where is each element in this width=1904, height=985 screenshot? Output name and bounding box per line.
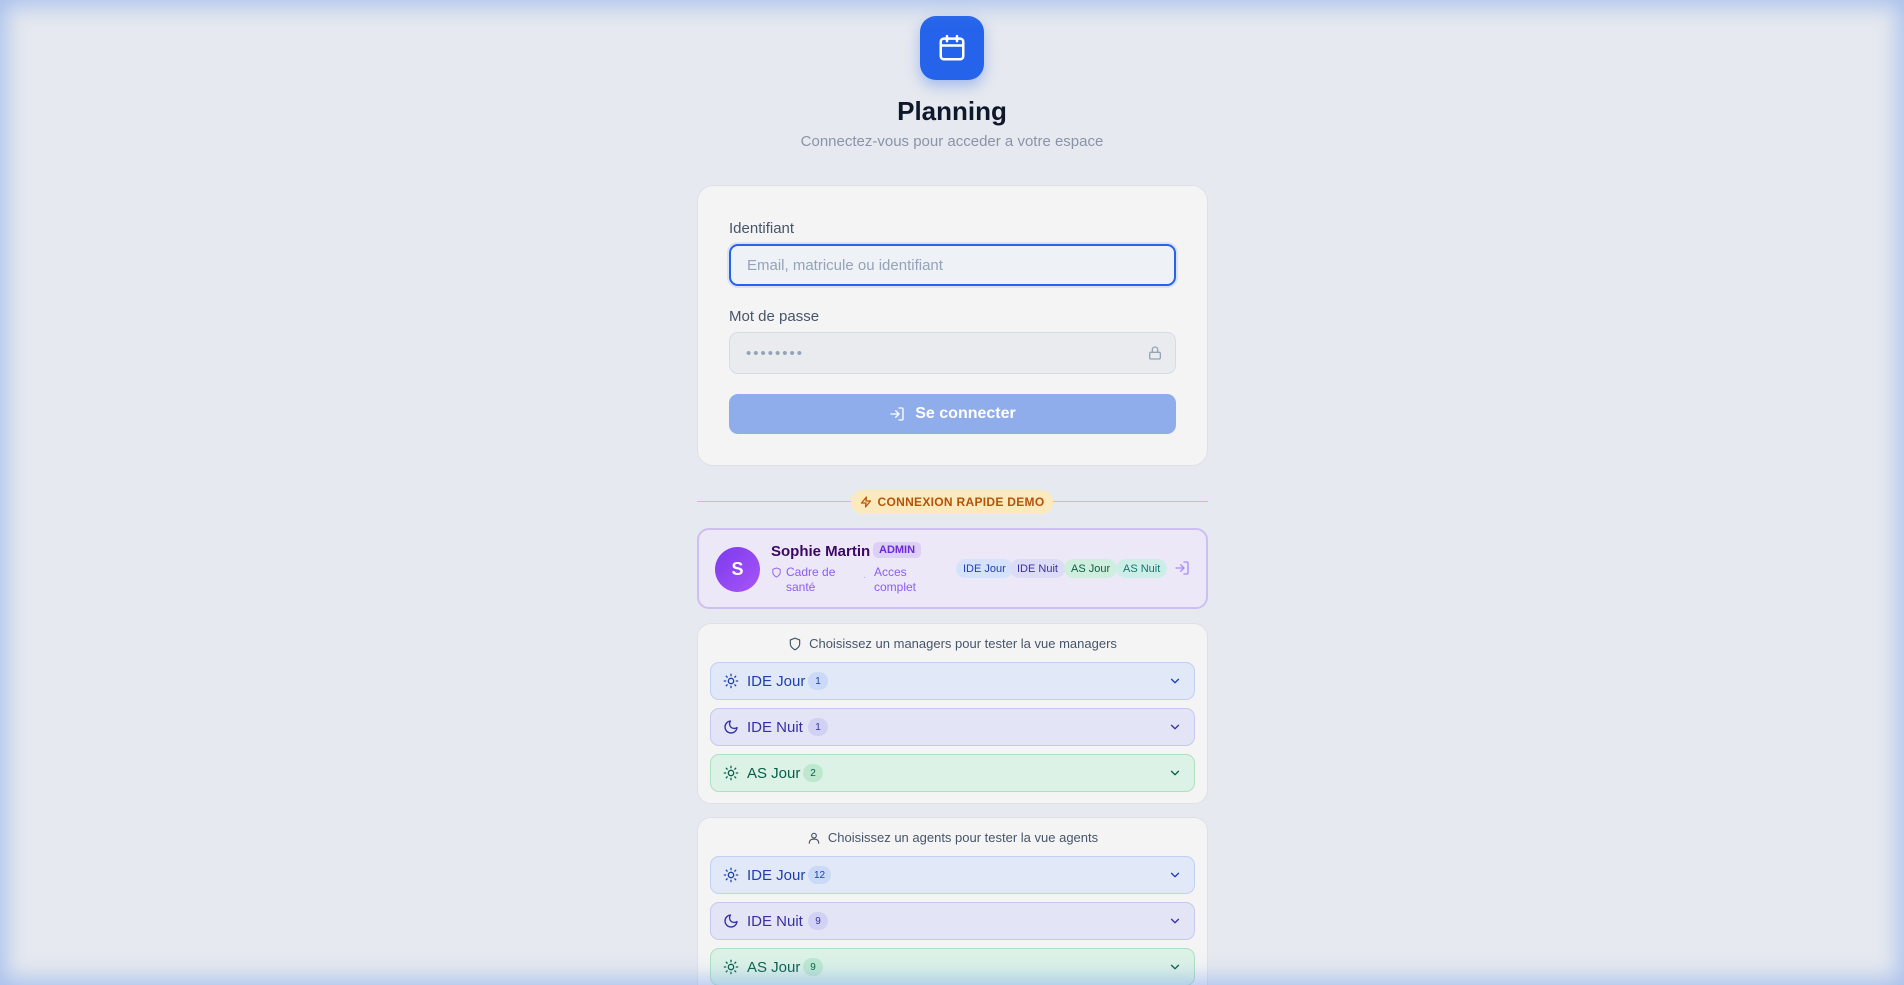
group-label: IDE Jour (747, 866, 806, 884)
lock-icon (1149, 346, 1161, 360)
admin-role-text: Cadre de santé (786, 565, 836, 594)
group-count-badge: 1 (808, 672, 828, 690)
password-input[interactable]: •••••••• (729, 332, 1176, 374)
sun-icon (723, 673, 739, 689)
managers-group-ide-jour[interactable]: IDE Jour 1 (710, 662, 1195, 700)
admin-access: Acces complet (874, 565, 917, 594)
login-arrow-icon (1175, 561, 1189, 575)
sun-icon (723, 959, 739, 975)
admin-tag-ide-jour: IDE Jour (956, 559, 1013, 578)
identifier-placeholder: Email, matricule ou identifiant (747, 256, 943, 274)
moon-icon (724, 720, 738, 734)
moon-icon (724, 914, 738, 928)
group-count-badge: 12 (808, 866, 832, 884)
page-subtitle: Connectez-vous pour acceder a votre espa… (800, 133, 1104, 150)
demo-badge-label: CONNEXION RAPIDE DEMO (877, 495, 1045, 509)
user-icon (808, 832, 820, 844)
chevron-down-icon (1170, 770, 1180, 776)
demo-badge: CONNEXION RAPIDE DEMO (851, 490, 1053, 514)
agents-group-ide-jour[interactable]: IDE Jour 12 (710, 856, 1195, 894)
page-title: Planning (897, 96, 1007, 126)
chevron-down-icon (1170, 872, 1180, 878)
admin-role: Cadre de santé (771, 565, 840, 595)
password-value: •••••••• (746, 344, 805, 362)
agents-panel: Choisissez un agents pour tester la vue … (697, 817, 1208, 985)
login-card: Identifiant Email, matricule ou identifi… (697, 185, 1208, 466)
managers-heading-text: Choisissez un managers pour tester la vu… (809, 636, 1117, 651)
login-button-label: Se connecter (915, 405, 1016, 422)
login-icon (890, 407, 904, 421)
group-label: AS Jour (747, 764, 801, 782)
agents-heading-text: Choisissez un agents pour tester la vue … (827, 830, 1099, 845)
group-count-badge: 2 (803, 764, 823, 782)
group-label: IDE Jour (747, 672, 806, 690)
password-label: Mot de passe (729, 308, 820, 325)
chevron-down-icon (1170, 678, 1180, 684)
admin-tag-as-nuit: AS Nuit (1116, 559, 1168, 578)
shield-icon (789, 637, 801, 650)
admin-tag-as-jour: AS Jour (1064, 559, 1118, 578)
group-count-badge: 9 (803, 958, 823, 976)
admin-quick-login[interactable]: S Sophie Martin ADMIN Cadre de santé · A… (697, 528, 1208, 609)
agents-group-as-jour[interactable]: AS Jour 9 (710, 948, 1195, 985)
sun-icon (723, 765, 739, 781)
avatar: S (715, 547, 760, 592)
identifier-label: Identifiant (729, 220, 795, 237)
chevron-down-icon (1170, 724, 1180, 730)
managers-group-as-jour[interactable]: AS Jour 2 (710, 754, 1195, 792)
separator-dot: · (863, 572, 867, 583)
agents-heading: Choisissez un agents pour tester la vue … (698, 830, 1207, 845)
calendar-icon (939, 34, 965, 61)
sun-icon (723, 867, 739, 883)
shield-icon (772, 567, 781, 578)
login-button[interactable]: Se connecter (729, 394, 1176, 434)
admin-name: Sophie Martin (771, 543, 871, 560)
admin-role-badge: ADMIN (873, 542, 922, 558)
identifier-input[interactable]: Email, matricule ou identifiant (729, 244, 1176, 286)
agents-group-ide-nuit[interactable]: IDE Nuit 9 (710, 902, 1195, 940)
chevron-down-icon (1170, 918, 1180, 924)
group-label: IDE Nuit (747, 718, 803, 736)
group-label: IDE Nuit (747, 912, 803, 930)
app-logo (920, 16, 984, 80)
group-count-badge: 1 (808, 718, 828, 736)
managers-group-ide-nuit[interactable]: IDE Nuit 1 (710, 708, 1195, 746)
managers-heading: Choisissez un managers pour tester la vu… (698, 636, 1207, 651)
group-label: AS Jour (747, 958, 801, 976)
managers-panel: Choisissez un managers pour tester la vu… (697, 623, 1208, 804)
bolt-icon (860, 496, 871, 508)
admin-tag-ide-nuit: IDE Nuit (1010, 559, 1065, 578)
group-count-badge: 9 (808, 912, 828, 930)
chevron-down-icon (1170, 964, 1180, 970)
